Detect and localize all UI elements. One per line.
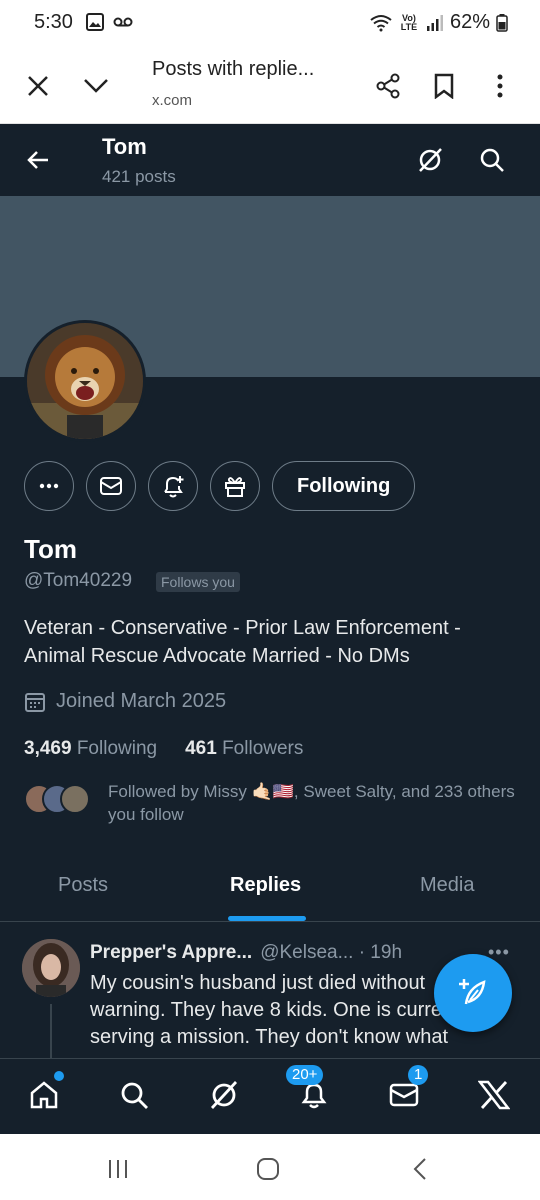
search-button[interactable] (472, 140, 512, 180)
message-button[interactable] (86, 461, 136, 511)
lion-avatar-image (27, 323, 143, 439)
profile-tabs: Posts Replies Media (0, 862, 540, 922)
tab-posts[interactable]: Posts (58, 874, 108, 897)
nav-search[interactable] (112, 1073, 156, 1117)
home-nav-button[interactable] (248, 1154, 288, 1184)
mutual-follower-avatars (24, 784, 94, 816)
status-right: Vo) LTE 62% (370, 11, 508, 34)
header-post-count: 421 posts (102, 167, 176, 186)
following-button[interactable]: Following (272, 461, 416, 511)
battery-icon (496, 13, 508, 32)
mail-icon (389, 1083, 419, 1107)
more-button[interactable] (24, 461, 74, 511)
following-count: 3,469 (24, 738, 72, 759)
status-notification-icons (86, 13, 134, 31)
thread-line (50, 1004, 52, 1064)
android-nav-bar (0, 1134, 540, 1200)
grok-icon (210, 1081, 238, 1109)
messages-badge: 1 (408, 1065, 429, 1085)
followed-by-text: Followed by Missy 🤙🏻🇺🇸, Sweet Salty, and… (108, 782, 515, 824)
header-name: Tom (102, 134, 147, 159)
nav-grok[interactable] (202, 1073, 246, 1117)
tab-media[interactable]: Media (420, 874, 474, 897)
bookmark-icon (434, 73, 454, 99)
compose-button[interactable] (434, 954, 512, 1032)
signal-icon (426, 14, 443, 31)
page-url[interactable]: x.com (152, 92, 192, 109)
nav-home[interactable] (22, 1071, 66, 1117)
follow-counts: 3,469 Following 461 Followers (24, 738, 303, 760)
bell-plus-icon (164, 476, 184, 498)
nav-messages[interactable]: 1 (382, 1065, 429, 1117)
followers-label: Followers (222, 738, 304, 759)
joined-label: Joined March 2025 (56, 690, 227, 712)
bottom-nav: 20+ 1 (0, 1058, 540, 1134)
share-icon (376, 73, 400, 99)
recents-button[interactable] (98, 1154, 138, 1184)
nav-notifications[interactable]: 20+ (286, 1065, 336, 1117)
calendar-icon (25, 692, 45, 712)
wifi-icon (370, 14, 392, 31)
close-icon (28, 76, 48, 96)
mail-icon (100, 477, 122, 495)
arrow-left-icon (27, 151, 48, 169)
following-count-link[interactable]: 3,469 Following (24, 738, 157, 760)
follows-you-badge: Follows you (156, 572, 240, 592)
profile-actions: Following (24, 461, 416, 511)
post-author-avatar[interactable] (22, 939, 80, 997)
post-author-name[interactable]: Prepper's Appre... (90, 942, 252, 964)
status-bar: 5:30 Vo) LTE 62% (0, 0, 540, 46)
more-horizontal-icon (39, 483, 59, 489)
feather-plus-icon (459, 979, 486, 1005)
notify-button[interactable] (148, 461, 198, 511)
grok-button[interactable] (410, 140, 450, 180)
lte-label: Vo) LTE (400, 12, 418, 32)
x-logo-icon (478, 1080, 510, 1110)
nav-x-premium[interactable] (472, 1073, 516, 1117)
profile-bio: Veteran - Conservative - Prior Law Enfor… (24, 617, 461, 667)
back-nav-button[interactable] (400, 1154, 440, 1184)
joined-date: Joined March 2025 (24, 690, 226, 713)
gift-button[interactable] (210, 461, 260, 511)
home-circle-icon (257, 1158, 279, 1180)
browser-toolbar: Posts with replie... x.com (0, 46, 540, 124)
share-button[interactable] (368, 66, 408, 106)
more-vertical-icon (497, 74, 503, 98)
status-time: 5:30 (34, 11, 73, 33)
tab-replies[interactable]: Replies (230, 874, 301, 897)
back-button[interactable] (18, 140, 58, 180)
followers-count: 461 (185, 738, 217, 759)
back-chevron-icon (413, 1158, 426, 1180)
author-avatar-image (22, 939, 80, 997)
notifications-badge: 20+ (286, 1065, 324, 1085)
close-tab-button[interactable] (18, 66, 58, 106)
post-header: Prepper's Appre... @Kelsea... · 19h (90, 942, 402, 964)
x-app: Tom 421 posts Following Tom @Tom40229 Fo… (0, 124, 540, 1134)
search-icon (121, 1082, 148, 1109)
profile-avatar[interactable] (24, 320, 146, 442)
profile-handle: @Tom40229 (24, 570, 133, 591)
gallery-icon (86, 13, 104, 31)
following-label: Following (76, 738, 158, 759)
active-tab-indicator (228, 916, 306, 921)
profile-topbar: Tom 421 posts (0, 124, 540, 196)
page-title: Posts with replie... (152, 58, 315, 80)
home-unread-dot (54, 1071, 64, 1081)
post-handle-time: @Kelsea... · 19h (260, 942, 403, 963)
profile-display-name: Tom (24, 534, 77, 564)
recents-icon (109, 1160, 127, 1178)
voicemail-icon (113, 17, 133, 27)
followers-count-link[interactable]: 461 Followers (185, 738, 303, 760)
more-options-button[interactable] (480, 66, 520, 106)
home-icon (30, 1081, 58, 1109)
battery-percent: 62% (449, 11, 490, 33)
grok-icon (419, 148, 442, 172)
chevron-down-icon (84, 79, 108, 93)
search-icon (480, 148, 504, 172)
bookmark-button[interactable] (424, 66, 464, 106)
minimize-button[interactable] (76, 66, 116, 106)
gift-icon (225, 477, 245, 497)
mutual-avatar (60, 784, 90, 814)
